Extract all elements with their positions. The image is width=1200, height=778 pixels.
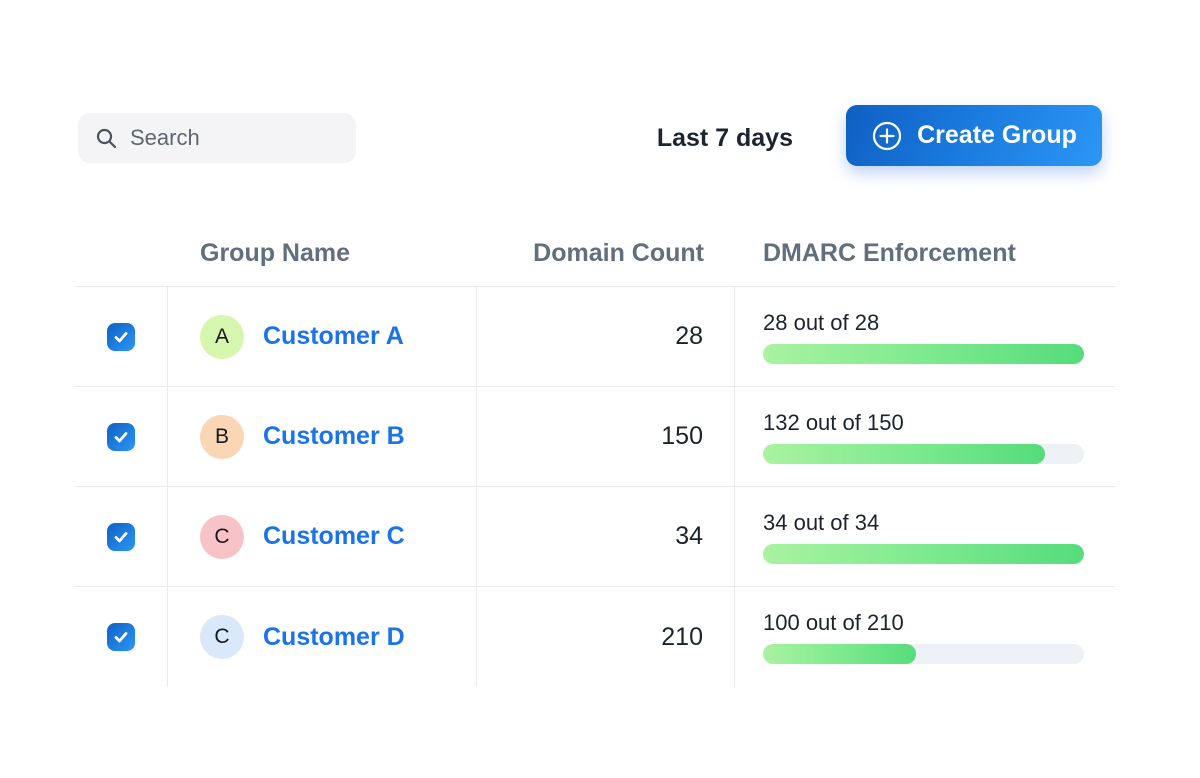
search-icon xyxy=(94,126,118,150)
row-checkbox[interactable] xyxy=(107,423,135,451)
domain-count-cell: 210 xyxy=(477,587,735,687)
dmarc-cell: 28 out of 28 xyxy=(735,287,1115,386)
row-checkbox[interactable] xyxy=(107,623,135,651)
header-group-name: Group Name xyxy=(168,220,477,286)
group-name-cell: B Customer B xyxy=(168,387,477,486)
table-row: A Customer A 28 28 out of 28 xyxy=(75,287,1115,387)
row-checkbox-cell xyxy=(75,287,168,386)
header-checkbox-col xyxy=(75,220,168,286)
row-checkbox-cell xyxy=(75,587,168,687)
row-checkbox[interactable] xyxy=(107,523,135,551)
create-group-button[interactable]: Create Group xyxy=(846,105,1102,166)
avatar: B xyxy=(200,415,244,459)
progress-track xyxy=(763,344,1084,364)
enforcement-label: 34 out of 34 xyxy=(763,510,1084,536)
domain-count-cell: 34 xyxy=(477,487,735,586)
progress-track xyxy=(763,644,1084,664)
dmarc-cell: 100 out of 210 xyxy=(735,587,1115,687)
enforcement-label: 100 out of 210 xyxy=(763,610,1084,636)
group-name-cell: A Customer A xyxy=(168,287,477,386)
progress-fill xyxy=(763,544,1084,564)
create-group-label: Create Group xyxy=(917,121,1077,150)
customer-link[interactable]: Customer D xyxy=(263,623,405,652)
table-row: C Customer C 34 34 out of 34 xyxy=(75,487,1115,587)
enforcement-label: 132 out of 150 xyxy=(763,410,1084,436)
group-name-cell: C Customer D xyxy=(168,587,477,687)
row-checkbox[interactable] xyxy=(107,323,135,351)
group-name-cell: C Customer C xyxy=(168,487,477,586)
progress-fill xyxy=(763,644,916,664)
customer-link[interactable]: Customer C xyxy=(263,522,405,551)
table-row: B Customer B 150 132 out of 150 xyxy=(75,387,1115,487)
domain-count-cell: 28 xyxy=(477,287,735,386)
header-dmarc-enforcement: DMARC Enforcement xyxy=(735,220,1115,286)
check-icon xyxy=(113,329,129,345)
progress-fill xyxy=(763,444,1045,464)
row-checkbox-cell xyxy=(75,387,168,486)
enforcement-label: 28 out of 28 xyxy=(763,310,1084,336)
avatar: C xyxy=(200,515,244,559)
dmarc-cell: 132 out of 150 xyxy=(735,387,1115,486)
progress-fill xyxy=(763,344,1084,364)
progress-track xyxy=(763,544,1084,564)
progress-track xyxy=(763,444,1084,464)
check-icon xyxy=(113,529,129,545)
search-placeholder: Search xyxy=(130,125,200,151)
table-row: C Customer D 210 100 out of 210 xyxy=(75,587,1115,687)
header-domain-count: Domain Count xyxy=(477,220,735,286)
groups-table: Group Name Domain Count DMARC Enforcemen… xyxy=(75,220,1115,687)
customer-link[interactable]: Customer A xyxy=(263,322,404,351)
row-checkbox-cell xyxy=(75,487,168,586)
avatar: A xyxy=(200,315,244,359)
avatar: C xyxy=(200,615,244,659)
customer-link[interactable]: Customer B xyxy=(263,422,405,451)
dashboard-card: Search Last 7 days Create Group Group Na… xyxy=(0,0,1200,778)
table-header-row: Group Name Domain Count DMARC Enforcemen… xyxy=(75,220,1115,287)
search-input[interactable]: Search xyxy=(78,113,356,163)
domain-count-cell: 150 xyxy=(477,387,735,486)
check-icon xyxy=(113,429,129,445)
check-icon xyxy=(113,629,129,645)
dmarc-cell: 34 out of 34 xyxy=(735,487,1115,586)
date-range-filter[interactable]: Last 7 days xyxy=(657,113,793,163)
plus-circle-icon xyxy=(871,120,903,152)
